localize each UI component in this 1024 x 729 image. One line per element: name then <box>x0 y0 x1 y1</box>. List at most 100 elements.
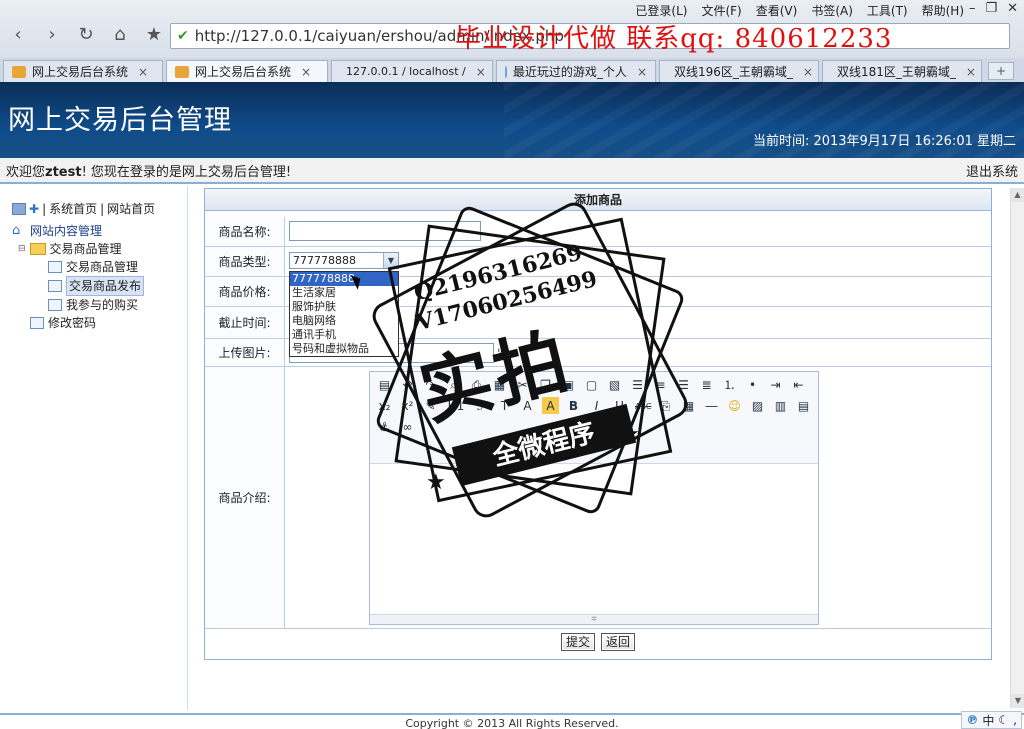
cut-icon[interactable]: ✂ <box>514 376 531 393</box>
menu-item-view[interactable]: 查看(V) <box>756 2 798 19</box>
logout-link[interactable]: 退出系统 <box>966 161 1018 180</box>
menu-item-tools[interactable]: 工具(T) <box>867 2 908 19</box>
rich-text-editor[interactable]: ▤ ↶ ↷ ⌕ ⎙ ▦ ✂ ❐ ▣ ▢ ▧ ☰ ≡ ☰ ≣ ⒈ • ⇥ ⇤ x₂… <box>369 371 819 625</box>
chevron-down-icon[interactable]: ▼ <box>383 253 398 268</box>
bold-icon[interactable]: B <box>565 397 582 414</box>
sidebar-item-goods-manage[interactable]: 交易商品管理 <box>12 258 144 276</box>
close-tab-icon[interactable]: × <box>803 65 813 79</box>
goods-type-select[interactable]: 777778888 ▼ <box>289 252 399 269</box>
sidebar-item-change-password[interactable]: 修改密码 <box>12 314 144 332</box>
ime-lang[interactable]: 中 <box>982 712 994 729</box>
source-icon[interactable]: ▤ <box>376 376 393 393</box>
highlight-icon[interactable]: A <box>542 397 559 414</box>
submit-button[interactable]: 提交 <box>560 633 595 651</box>
flash-icon[interactable]: ▥ <box>772 397 789 414</box>
table-icon[interactable]: ▦ <box>680 397 697 414</box>
dropdown-option[interactable]: 电脑网络 <box>290 314 398 328</box>
home-icon[interactable]: ⌂ <box>110 24 130 45</box>
editor-resize-handle[interactable]: ≑ <box>370 614 818 624</box>
clear-format-icon[interactable]: ✎ <box>422 397 439 414</box>
subscript-icon[interactable]: x₂ <box>376 397 393 414</box>
attachment-icon[interactable]: ⎘ <box>657 397 674 414</box>
page-scrollbar[interactable]: ▲ ▼ <box>1010 188 1024 708</box>
tab-4[interactable]: 最近玩过的游戏_个人 × <box>496 60 656 82</box>
dropdown-option[interactable]: 号码和虚拟物品 <box>290 342 398 356</box>
paste-word-icon[interactable]: ▧ <box>606 376 623 393</box>
close-tab-icon[interactable]: × <box>138 65 148 79</box>
new-tab-button[interactable]: + <box>988 62 1014 80</box>
dropdown-option[interactable]: 服饰护肤 <box>290 300 398 314</box>
minimize-icon[interactable]: – <box>969 1 976 16</box>
tree-group[interactable]: ⊟ 交易商品管理 <box>12 240 144 258</box>
ime-toolbar[interactable]: ℗ 中 ☾ , <box>961 711 1022 729</box>
heading-icon[interactable]: H1 <box>445 397 467 414</box>
tree-root[interactable]: ⌂ 网站内容管理 <box>12 222 144 240</box>
back-icon[interactable]: ‹ <box>8 24 28 45</box>
superscript-icon[interactable]: x² <box>399 397 416 414</box>
menu-item-login[interactable]: 已登录(L) <box>635 2 687 19</box>
system-icon <box>12 202 26 215</box>
preview-icon[interactable]: ⌕ <box>445 376 462 393</box>
ordered-list-icon[interactable]: ⒈ <box>721 376 738 393</box>
italic-icon[interactable]: I <box>588 397 605 414</box>
close-tab-icon[interactable]: × <box>301 65 311 79</box>
unordered-list-icon[interactable]: • <box>744 376 761 393</box>
dropdown-option[interactable]: 通讯手机 <box>290 328 398 342</box>
username: ztest <box>45 164 82 180</box>
link-icon[interactable]: ∞ <box>399 418 416 435</box>
underline-icon[interactable]: U <box>611 397 628 414</box>
system-home-link[interactable]: 系统首页 <box>49 200 97 217</box>
browse-button[interactable]: 览 <box>497 345 509 362</box>
anchor-icon[interactable]: ⚓ <box>376 418 393 435</box>
paste-icon[interactable]: ▣ <box>560 376 577 393</box>
align-center-icon[interactable]: ≡ <box>652 376 669 393</box>
media-icon[interactable]: ▤ <box>795 397 812 414</box>
current-time: 当前时间: 2013年9月17日 16:26:01 星期二 <box>752 134 1016 149</box>
template-icon[interactable]: ▦ <box>491 376 508 393</box>
close-tab-icon[interactable]: × <box>637 65 647 79</box>
align-right-icon[interactable]: ☰ <box>675 376 692 393</box>
print-icon[interactable]: ⎙ <box>468 376 485 393</box>
font-family-icon[interactable]: ℱ <box>473 397 490 414</box>
restore-icon[interactable]: ❐ <box>985 1 997 16</box>
bookmark-icon[interactable]: ★ <box>144 24 164 45</box>
align-left-icon[interactable]: ☰ <box>629 376 646 393</box>
close-tab-icon[interactable]: × <box>966 65 976 79</box>
menu-item-bookmarks[interactable]: 书签(A) <box>811 2 853 19</box>
dropdown-option[interactable]: 生活家居 <box>290 286 398 300</box>
menu-item-help[interactable]: 帮助(H) <box>922 2 964 19</box>
tab-5[interactable]: 双线196区_王朝霸域_ × <box>659 60 819 82</box>
back-button[interactable]: 返回 <box>601 633 636 651</box>
emoticon-icon[interactable]: ☺ <box>726 397 743 414</box>
menu-item-file[interactable]: 文件(F) <box>701 2 741 19</box>
collapse-icon[interactable]: ⊟ <box>18 240 26 258</box>
outdent-icon[interactable]: ⇤ <box>790 376 807 393</box>
tab-2[interactable]: 网上交易后台系统 × <box>166 60 328 82</box>
dropdown-option[interactable]: 777778888 <box>290 272 398 286</box>
redo-icon[interactable]: ↷ <box>422 376 439 393</box>
sidebar-item-goods-publish[interactable]: 交易商品发布 <box>12 276 145 296</box>
tab-3[interactable]: 127.0.0.1 / localhost / × <box>331 60 493 82</box>
tab-label: 双线181区_王朝霸域_ <box>837 65 956 79</box>
copy-icon[interactable]: ❐ <box>537 376 554 393</box>
strikethrough-icon[interactable]: ABC <box>634 397 651 414</box>
scroll-down-icon[interactable]: ▼ <box>1011 694 1024 708</box>
reload-icon[interactable]: ↻ <box>76 24 96 45</box>
close-window-icon[interactable]: ✕ <box>1007 1 1018 16</box>
tab-1[interactable]: 网上交易后台系统 × <box>3 60 163 82</box>
font-size-icon[interactable]: T <box>496 397 513 414</box>
goods-name-input[interactable] <box>289 221 481 241</box>
justify-icon[interactable]: ≣ <box>698 376 715 393</box>
site-home-link[interactable]: 网站首页 <box>107 200 155 217</box>
scroll-up-icon[interactable]: ▲ <box>1011 188 1024 202</box>
font-color-icon[interactable]: A <box>519 397 536 414</box>
tab-6[interactable]: 双线181区_王朝霸域_ × <box>822 60 982 82</box>
hr-icon[interactable]: ― <box>703 397 720 414</box>
forward-icon[interactable]: › <box>42 24 62 45</box>
paste-text-icon[interactable]: ▢ <box>583 376 600 393</box>
undo-icon[interactable]: ↶ <box>399 376 416 393</box>
close-tab-icon[interactable]: × <box>476 65 486 79</box>
indent-icon[interactable]: ⇥ <box>767 376 784 393</box>
image-icon[interactable]: ▨ <box>749 397 766 414</box>
sidebar-item-my-purchases[interactable]: 我参与的购买 <box>12 296 144 314</box>
